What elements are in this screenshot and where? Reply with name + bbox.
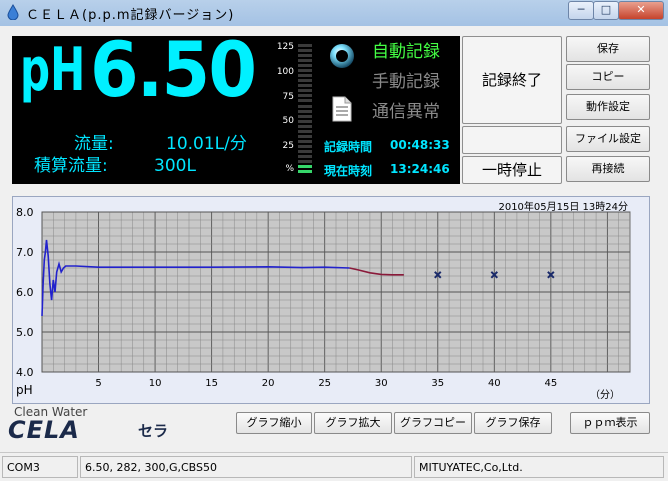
scale-segment <box>298 104 312 108</box>
flow-label: 流量: <box>74 134 114 154</box>
x-tick-label: 20 <box>262 378 275 389</box>
scale-segment <box>298 154 312 158</box>
record-time-value: 00:48:33 <box>390 138 450 152</box>
window-title: ＣＥＬＡ(p.p.m記録バージョン) <box>26 8 235 23</box>
ppm-display-button[interactable]: ｐｐｍ表示 <box>570 412 650 434</box>
scale-segment <box>298 114 312 118</box>
maximize-button[interactable]: □ <box>593 1 619 20</box>
scale-segment <box>298 159 312 163</box>
blank-button[interactable] <box>462 126 562 154</box>
scale-segment <box>298 134 312 138</box>
scale-segment <box>298 79 312 83</box>
scale-segment <box>298 94 312 98</box>
x-tick-label: 5 <box>95 378 101 389</box>
document-icon <box>332 96 352 122</box>
ph-value: 6.50 <box>90 25 257 114</box>
scale-segment <box>298 59 312 63</box>
graph-shrink-button[interactable]: グラフ縮小 <box>236 412 312 434</box>
scale-segment <box>298 84 312 88</box>
status-bar: COM3 6.50, 282, 300,G,CBS50 MITUYATEC,Co… <box>0 452 668 481</box>
close-button[interactable]: ✕ <box>618 1 664 20</box>
scale-segment <box>298 129 312 133</box>
scale-segment <box>298 124 312 128</box>
y-tick-label: 5.0 <box>16 326 34 339</box>
scale-segment <box>298 119 312 123</box>
scale-segment <box>298 99 312 103</box>
file-settings-button[interactable]: ファイル設定 <box>566 126 650 152</box>
x-tick-label: 45 <box>544 378 557 389</box>
maximize-icon: □ <box>600 3 612 16</box>
graph-save-button[interactable]: グラフ保存 <box>474 412 552 434</box>
app-icon <box>7 4 19 20</box>
y-axis-label: pH <box>16 383 33 397</box>
y-tick-label: 8.0 <box>16 206 34 219</box>
scale-segment <box>298 165 312 168</box>
x-tick-label: 15 <box>205 378 218 389</box>
graph-enlarge-button[interactable]: グラフ拡大 <box>314 412 392 434</box>
title-bar: ＣＥＬＡ(p.p.m記録バージョン) ─ □ ✕ <box>0 0 668 27</box>
scale-label-100: 100 <box>276 67 294 77</box>
scale-label-25: 25 <box>282 141 294 151</box>
graph-copy-button[interactable]: グラフコピー <box>394 412 472 434</box>
close-icon: ✕ <box>636 3 646 16</box>
x-tick-label: 30 <box>375 378 388 389</box>
stop-record-button[interactable]: 記録終了 <box>462 36 562 124</box>
minimize-icon: ─ <box>577 3 585 16</box>
scale-segment <box>298 89 312 93</box>
scale-segment <box>298 44 312 47</box>
record-time-label: 記録時間 <box>324 140 373 154</box>
scale-segment <box>298 139 312 143</box>
save-button[interactable]: 保存 <box>566 36 650 62</box>
scale-label-50: 50 <box>282 116 294 126</box>
ph-chart[interactable]: 4.0 5.0 6.0 7.0 8.0 5 10 15 20 25 30 35 40 45 pH （分） 201… <box>12 196 650 404</box>
status-manual-record: 手動記録 <box>372 72 440 92</box>
x-axis-label: （分） <box>590 389 620 401</box>
scale-segment <box>298 109 312 113</box>
scale-label-percent: % <box>285 164 294 174</box>
scale-segment <box>298 69 312 73</box>
chart-datetime: 2010年05月15日 13時24分 <box>498 200 628 213</box>
status-port: COM3 <box>2 456 78 478</box>
ph-label: pH <box>20 35 86 105</box>
reconnect-button[interactable]: 再接続 <box>566 156 650 182</box>
scale-segment <box>298 54 312 58</box>
current-time-label: 現在時刻 <box>324 164 373 178</box>
scale-segment <box>298 149 312 153</box>
status-auto-record: 自動記録 <box>372 42 440 62</box>
y-tick-label: 7.0 <box>16 246 34 259</box>
brand-logo-kana: セラ <box>138 422 169 440</box>
total-flow-label: 積算流量: <box>34 156 108 176</box>
scale-segment <box>298 170 312 173</box>
x-tick-label: 35 <box>431 378 444 389</box>
x-tick-label: 10 <box>149 378 162 389</box>
scale-segment <box>298 74 312 78</box>
brand-logo: CELA <box>8 416 80 444</box>
minimize-button[interactable]: ─ <box>568 1 594 20</box>
status-values: 6.50, 282, 300,G,CBS50 <box>80 456 412 478</box>
y-tick-label: 4.0 <box>16 366 34 379</box>
operation-settings-button[interactable]: 動作設定 <box>566 94 650 120</box>
current-time-value: 13:24:46 <box>390 162 450 176</box>
scale-segment <box>298 144 312 148</box>
x-tick-label: 40 <box>488 378 501 389</box>
status-comm-error: 通信異常 <box>372 102 440 122</box>
scale-segment <box>298 49 312 52</box>
scale-segment <box>298 64 312 68</box>
copy-button[interactable]: コピー <box>566 64 650 90</box>
y-tick-label: 6.0 <box>16 286 34 299</box>
x-tick-label: 25 <box>318 378 331 389</box>
pause-button[interactable]: 一時停止 <box>462 156 562 184</box>
total-flow-value: 300L <box>154 156 196 176</box>
record-indicator-icon <box>330 44 354 68</box>
scale-label-125: 125 <box>276 42 294 52</box>
flow-value: 10.01L/分 <box>166 134 247 154</box>
status-company: MITUYATEC,Co,Ltd. <box>414 456 664 478</box>
scale-label-75: 75 <box>282 92 294 102</box>
